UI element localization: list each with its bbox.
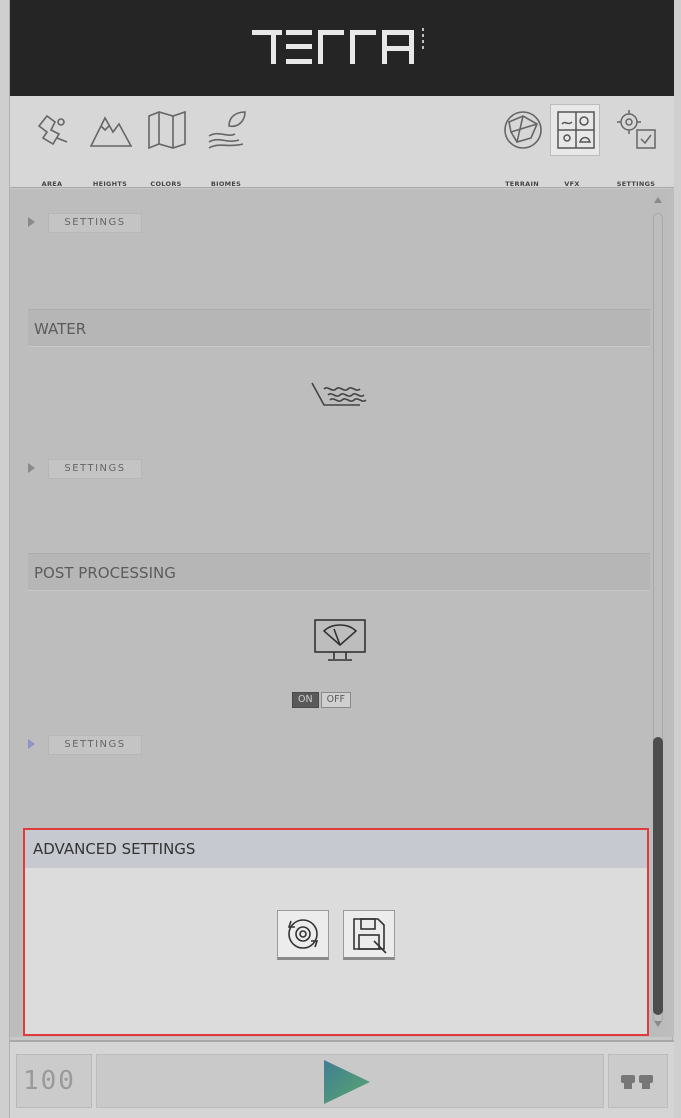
water-icon[interactable] bbox=[310, 375, 370, 425]
expand-arrow-icon bbox=[28, 217, 35, 227]
reset-settings-icon bbox=[287, 919, 319, 949]
area-icon bbox=[37, 114, 68, 146]
save-settings-icon bbox=[353, 918, 387, 954]
tab-vfx[interactable]: VFX bbox=[542, 104, 602, 188]
water-section-header: WATER bbox=[28, 309, 654, 347]
tab-area[interactable]: AREA bbox=[22, 104, 82, 188]
advanced-settings-panel: ADVANCED SETTINGS bbox=[23, 828, 649, 1036]
scroll-up-icon[interactable] bbox=[654, 197, 662, 203]
progress-counter: 100 bbox=[16, 1054, 92, 1108]
monitor-icon[interactable] bbox=[312, 617, 368, 665]
scroll-thumb[interactable] bbox=[653, 737, 663, 1015]
post-processing-settings-button[interactable]: SETTINGS bbox=[48, 735, 142, 755]
post-processing-section-header: POST PROCESSING bbox=[28, 553, 654, 591]
reset-settings-button[interactable] bbox=[277, 910, 329, 960]
gears-icon bbox=[617, 110, 656, 149]
vertical-scrollbar[interactable] bbox=[650, 189, 666, 1037]
scroll-down-icon[interactable] bbox=[654, 1021, 662, 1027]
off-button[interactable]: OFF bbox=[320, 692, 351, 708]
tab-vfx-label: VFX bbox=[564, 180, 580, 188]
tab-colors[interactable]: COLORS bbox=[136, 104, 196, 188]
logo-bar bbox=[10, 0, 674, 96]
tab-settings[interactable]: SETTINGS bbox=[606, 104, 666, 188]
expand-arrow-icon bbox=[28, 739, 35, 749]
vfx-icon bbox=[557, 111, 595, 149]
tab-settings-label: SETTINGS bbox=[616, 180, 656, 188]
controller-button[interactable] bbox=[608, 1054, 668, 1108]
play-icon[interactable] bbox=[320, 1058, 372, 1106]
on-button[interactable]: ON bbox=[292, 692, 319, 708]
main-toolbar: AREA HEIGHTS COLORS BIOMES TERRAIN VFX S… bbox=[10, 96, 674, 188]
mountain-icon bbox=[89, 116, 133, 147]
bottom-bar: 100 bbox=[10, 1040, 674, 1118]
app-window: AREA HEIGHTS COLORS BIOMES TERRAIN VFX S… bbox=[9, 0, 674, 1118]
globe-icon bbox=[504, 111, 542, 149]
top-settings-button[interactable]: SETTINGS bbox=[48, 213, 142, 233]
tab-area-label: AREA bbox=[41, 180, 63, 188]
water-settings-button[interactable]: SETTINGS bbox=[48, 459, 142, 479]
tab-colors-label: COLORS bbox=[150, 180, 182, 188]
expand-arrow-icon bbox=[28, 463, 35, 473]
tab-biomes[interactable]: BIOMES bbox=[196, 104, 256, 188]
content-area: SETTINGS WATER SETTINGS POST PROCESSING bbox=[10, 189, 674, 1037]
tab-heights[interactable]: HEIGHTS bbox=[80, 104, 140, 188]
save-settings-button[interactable] bbox=[343, 910, 395, 960]
terra-logo bbox=[252, 28, 424, 64]
tab-heights-label: HEIGHTS bbox=[92, 180, 128, 188]
post-processing-toggle[interactable]: ON OFF bbox=[292, 687, 353, 708]
controller-icon bbox=[621, 1075, 653, 1089]
map-icon bbox=[148, 110, 186, 150]
leaf-hand-icon bbox=[208, 111, 246, 149]
tab-biomes-label: BIOMES bbox=[210, 180, 242, 188]
advanced-settings-header: ADVANCED SETTINGS bbox=[25, 830, 647, 868]
